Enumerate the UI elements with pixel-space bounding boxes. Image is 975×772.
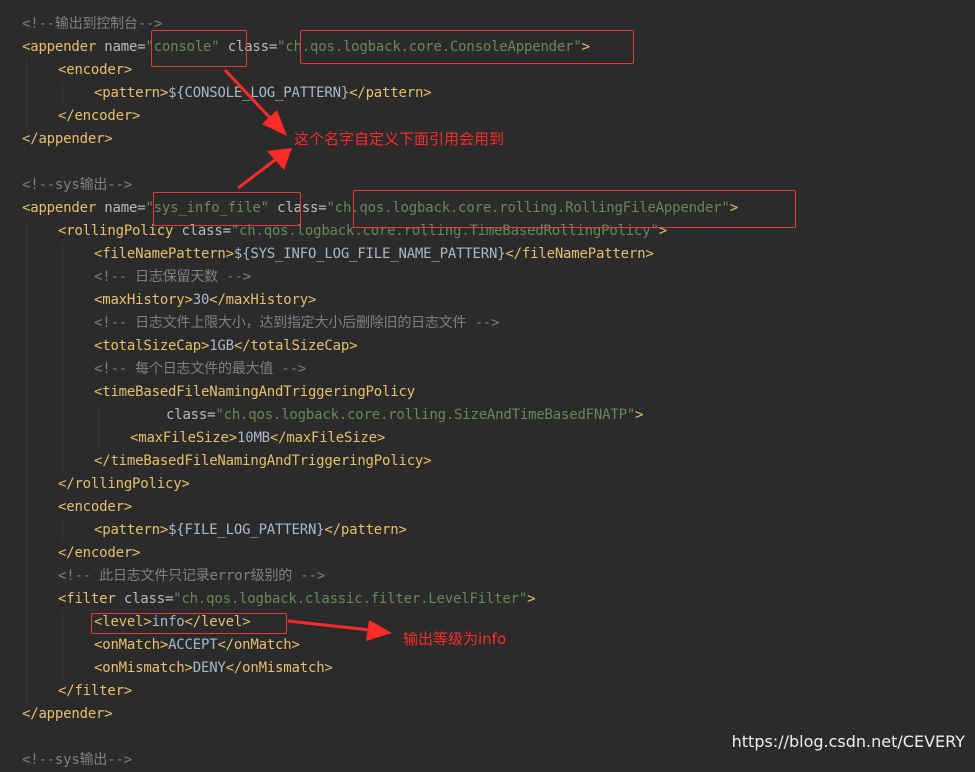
watermark: https://blog.csdn.net/CEVERY — [731, 732, 965, 751]
arrow-console-to-note — [223, 68, 287, 136]
arrow-level-to-note — [287, 619, 392, 641]
annotation-level-note: 输出等级为info — [403, 630, 507, 648]
arrow-sysinfo-to-note — [237, 148, 292, 190]
code-editor[interactable]: <!--输出到控制台--> <appender name="console" cl… — [0, 0, 975, 768]
annotation-name-note: 这个名字自定义下面引用会用到 — [294, 130, 505, 148]
